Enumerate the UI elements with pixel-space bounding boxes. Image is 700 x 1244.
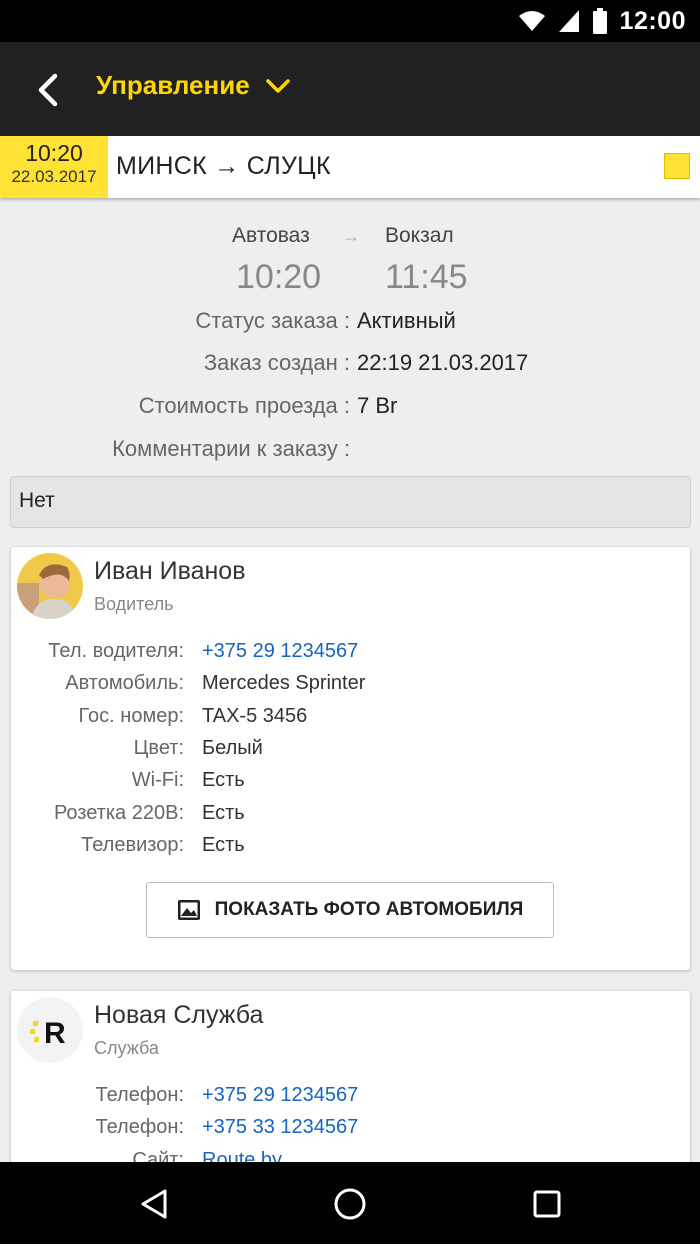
field-label: Розетка 220В: (53, 802, 184, 824)
logo-letter: R (44, 1017, 66, 1050)
show-car-photo-label: ПОКАЗАТЬ ФОТО АВТОМОБИЛЯ (214, 899, 524, 920)
field-value: Mercedes Sprinter (202, 672, 366, 694)
stop-arrow: → (342, 226, 360, 246)
image-icon (177, 900, 200, 920)
wifi-icon (518, 11, 545, 31)
nav-home-icon (334, 1188, 366, 1220)
arrival-time: 11:45 (385, 258, 468, 296)
service-logo: R (17, 997, 83, 1063)
order-status-value: Активный (357, 308, 456, 333)
service-card: R Новая Служба Служба Телефон: +375 29 1… (11, 991, 690, 1171)
service-name: Новая Служба (94, 1001, 264, 1029)
service-phone-link[interactable]: +375 33 1234567 (202, 1116, 358, 1139)
service-phone-link[interactable]: +375 29 1234567 (202, 1084, 358, 1107)
comment-label: Комментарии к заказу : (112, 436, 350, 461)
driver-phone-row: Тел. водителя: +375 29 1234567 (11, 640, 690, 672)
nav-recents-icon (533, 1190, 561, 1218)
order-status-label: Статус заказа : (195, 308, 350, 333)
driver-role: Водитель (94, 594, 174, 614)
fare-value: 7 Br (357, 393, 398, 418)
trip-time: 10:20 (25, 140, 83, 166)
service-role: Служба (94, 1038, 159, 1058)
field-value: Белый (202, 737, 263, 759)
field-value: Есть (202, 802, 245, 824)
order-created-row: Заказ создан : 22:19 21.03.2017 (0, 350, 700, 382)
order-created-value: 22:19 21.03.2017 (357, 350, 529, 375)
wifi-row: Wi-Fi: Есть (11, 769, 690, 801)
battery-icon (592, 8, 607, 34)
field-label: Автомобиль: (65, 672, 184, 694)
field-label: Wi-Fi: (131, 769, 184, 791)
fare-row: Стоимость проезда : 7 Br (0, 393, 700, 425)
app-bar: Управление (0, 42, 700, 136)
nav-back-button[interactable] (134, 1184, 174, 1224)
back-button[interactable] (26, 68, 70, 112)
plate-row: Гос. номер: TAX-5 3456 (11, 705, 690, 737)
socket-row: Розетка 220В: Есть (11, 802, 690, 834)
field-label: Цвет: (133, 737, 184, 759)
service-phone-row: Телефон: +375 33 1234567 (11, 1116, 690, 1148)
arrival-stop: Вокзал (385, 224, 454, 247)
section-dropdown[interactable]: Управление (96, 70, 290, 101)
signal-icon (558, 10, 579, 32)
departure-time: 10:20 (236, 258, 322, 296)
chevron-down-icon (265, 78, 290, 93)
trip-date: 22.03.2017 (11, 167, 97, 186)
comment-row: Комментарии к заказу : (0, 436, 700, 468)
color-row: Цвет: Белый (11, 737, 690, 769)
field-label: Телевизор: (81, 834, 184, 856)
system-nav-bar (0, 1162, 700, 1244)
field-label: Гос. номер: (78, 705, 184, 727)
trip-datetime: 10:20 22.03.2017 (0, 136, 108, 198)
field-label: Телефон: (95, 1116, 184, 1138)
car-model-row: Автомобиль: Mercedes Sprinter (11, 672, 690, 704)
trip-header: 10:20 22.03.2017 МИНСК → СЛУЦК (0, 136, 700, 198)
back-arrow-icon (38, 73, 58, 107)
driver-card: Иван Иванов Водитель Тел. водителя: +375… (11, 547, 690, 970)
clock: 12:00 (619, 6, 686, 35)
field-value: TAX-5 3456 (202, 705, 308, 727)
order-created-label: Заказ создан : (203, 350, 350, 375)
nav-back-icon (141, 1189, 167, 1219)
field-value: Есть (202, 769, 245, 791)
nav-home-button[interactable] (330, 1184, 370, 1224)
show-car-photo-button[interactable]: ПОКАЗАТЬ ФОТО АВТОМОБИЛЯ (146, 882, 554, 938)
comment-box: Нет (10, 476, 691, 528)
fare-label: Стоимость проезда : (138, 393, 350, 418)
field-label: Телефон: (95, 1084, 184, 1106)
departure-stop: Автоваз (232, 224, 310, 247)
status-bar: 12:00 (0, 0, 700, 42)
field-label: Тел. водителя: (48, 640, 184, 662)
driver-avatar (17, 553, 83, 619)
page-title: Управление (96, 70, 250, 100)
order-status-row: Статус заказа : Активный (0, 308, 700, 340)
nav-recents-button[interactable] (527, 1184, 567, 1224)
service-phone-row: Телефон: +375 29 1234567 (11, 1084, 690, 1116)
driver-name: Иван Иванов (94, 557, 246, 585)
driver-phone-link[interactable]: +375 29 1234567 (202, 640, 358, 663)
tv-row: Телевизор: Есть (11, 834, 690, 866)
status-marker (664, 153, 690, 179)
trip-route: МИНСК → СЛУЦК (116, 152, 331, 180)
field-value: Есть (202, 834, 245, 856)
